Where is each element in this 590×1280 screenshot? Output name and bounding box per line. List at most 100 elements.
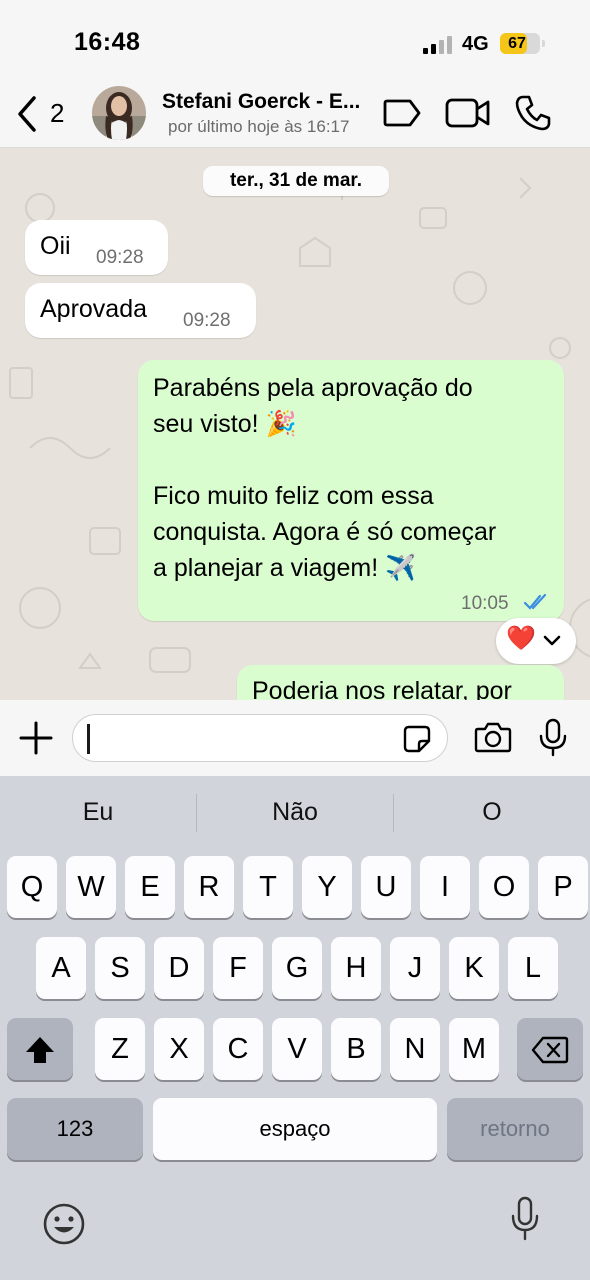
key-q[interactable]: Q: [7, 856, 57, 918]
key-e[interactable]: E: [125, 856, 175, 918]
key-label: U: [375, 871, 397, 903]
key-b[interactable]: B: [331, 1018, 381, 1080]
message-incoming[interactable]: Oii 09:28: [25, 220, 168, 275]
camera-icon[interactable]: [474, 720, 512, 754]
date-separator: ter., 31 de mar.: [203, 166, 389, 196]
message-text: Parabéns pela aprovação do seu visto! 🎉 …: [153, 370, 496, 586]
shift-key[interactable]: [7, 1018, 73, 1080]
suggestion-2[interactable]: Não: [197, 798, 393, 832]
shift-icon: [26, 1037, 54, 1063]
unread-count: 2: [50, 98, 65, 128]
key-r[interactable]: R: [184, 856, 234, 918]
chevron-down-icon[interactable]: [542, 632, 562, 650]
message-time: 09:28: [96, 247, 144, 268]
key-y[interactable]: Y: [302, 856, 352, 918]
key-label: X: [169, 1033, 189, 1065]
key-v[interactable]: V: [272, 1018, 322, 1080]
status-time: 16:48: [74, 28, 141, 56]
suggestion-1[interactable]: Eu: [0, 798, 196, 832]
key-label: W: [77, 871, 105, 903]
key-label: I: [440, 871, 450, 903]
message-input[interactable]: [72, 714, 448, 762]
message-line: seu visto! 🎉: [153, 410, 297, 438]
key-t[interactable]: T: [243, 856, 293, 918]
key-n[interactable]: N: [390, 1018, 440, 1080]
message-line: a planejar a viagem! ✈️: [153, 554, 417, 582]
message-outgoing[interactable]: Parabéns pela aprovação do seu visto! 🎉 …: [138, 360, 564, 621]
tag-icon[interactable]: [382, 98, 422, 128]
keyboard: Eu Não O Q W E R T Y U I O P A S D F G H J K L Z X C V B N M 12…: [0, 776, 590, 1280]
key-c[interactable]: C: [213, 1018, 263, 1080]
return-key[interactable]: retorno: [447, 1098, 583, 1160]
key-m[interactable]: M: [449, 1018, 499, 1080]
double-check-icon: [523, 593, 547, 610]
key-l[interactable]: L: [508, 937, 558, 999]
key-label: B: [346, 1033, 366, 1065]
key-label: G: [285, 952, 309, 984]
chat-header: 2 Stefani Goerck - E... por último hoje …: [0, 80, 590, 148]
key-label: D: [168, 952, 190, 984]
key-label: E: [140, 871, 160, 903]
message-reaction[interactable]: ❤️: [496, 618, 576, 664]
plus-icon[interactable]: [16, 718, 56, 758]
message-line: Fico muito feliz com essa: [153, 482, 434, 510]
message-text: Oii: [40, 232, 71, 260]
key-label: A: [51, 952, 71, 984]
emoji-icon[interactable]: [42, 1202, 86, 1246]
key-z[interactable]: Z: [95, 1018, 145, 1080]
key-label: T: [259, 871, 277, 903]
message-input-bar: [0, 700, 590, 776]
microphone-icon[interactable]: [538, 718, 568, 758]
key-label: R: [198, 871, 220, 903]
key-label: F: [229, 952, 247, 984]
key-g[interactable]: G: [272, 937, 322, 999]
key-x[interactable]: X: [154, 1018, 204, 1080]
message-outgoing[interactable]: Poderia nos relatar, por: [237, 665, 564, 700]
message-text: Aprovada: [40, 295, 148, 323]
key-i[interactable]: I: [420, 856, 470, 918]
key-label: Y: [317, 871, 337, 903]
text-caret: [87, 724, 90, 754]
key-f[interactable]: F: [213, 937, 263, 999]
battery-tip: [542, 40, 545, 47]
phone-icon[interactable]: [514, 94, 552, 132]
space-key[interactable]: espaço: [153, 1098, 437, 1160]
key-s[interactable]: S: [95, 937, 145, 999]
key-label: N: [404, 1033, 426, 1065]
message-line: [153, 442, 496, 478]
key-h[interactable]: H: [331, 937, 381, 999]
status-bar: 16:48 4G 67: [0, 0, 590, 80]
key-w[interactable]: W: [66, 856, 116, 918]
avatar-image: [92, 86, 146, 140]
key-label: C: [227, 1033, 249, 1065]
chat-area[interactable]: ter., 31 de mar. Oii 09:28 Aprovada 09:2…: [0, 148, 590, 700]
video-camera-icon[interactable]: [445, 96, 491, 130]
message-line: conquista. Agora é só começar: [153, 518, 497, 546]
key-k[interactable]: K: [449, 937, 499, 999]
key-u[interactable]: U: [361, 856, 411, 918]
network-type: 4G: [462, 33, 489, 55]
key-j[interactable]: J: [390, 937, 440, 999]
return-key-label: retorno: [480, 1116, 550, 1141]
key-label: J: [407, 952, 423, 984]
backspace-key[interactable]: [517, 1018, 583, 1080]
space-key-label: espaço: [259, 1116, 331, 1141]
key-label: Q: [20, 871, 44, 903]
back-button[interactable]: 2: [8, 88, 74, 138]
key-o[interactable]: O: [479, 856, 529, 918]
numbers-key[interactable]: 123: [7, 1098, 143, 1160]
suggestion-3[interactable]: O: [394, 798, 590, 832]
key-label: M: [461, 1033, 487, 1065]
battery-level: 67: [508, 35, 526, 52]
key-p[interactable]: P: [538, 856, 588, 918]
message-line: Parabéns pela aprovação do: [153, 374, 473, 402]
key-label: O: [492, 871, 516, 903]
avatar[interactable]: [92, 86, 146, 140]
key-d[interactable]: D: [154, 937, 204, 999]
sticker-icon[interactable]: [403, 725, 431, 753]
key-label: S: [110, 952, 130, 984]
key-a[interactable]: A: [36, 937, 86, 999]
dictation-icon[interactable]: [510, 1196, 540, 1242]
contact-name[interactable]: Stefani Goerck - E...: [162, 90, 372, 114]
message-incoming[interactable]: Aprovada 09:28: [25, 283, 256, 338]
